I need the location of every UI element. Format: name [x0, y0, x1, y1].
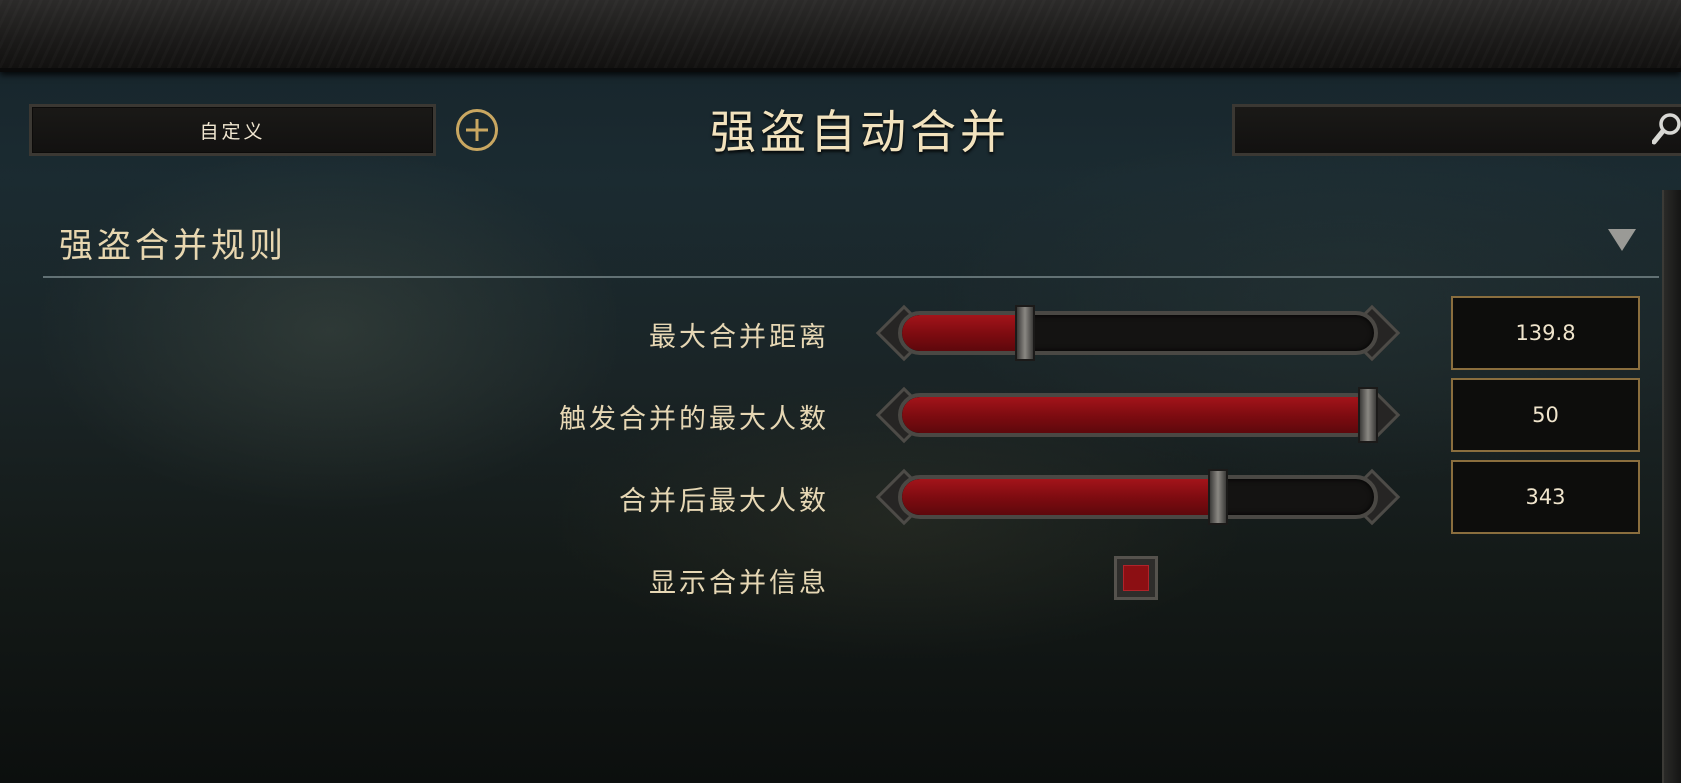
setting-label-max-merge-distance: 最大合并距离: [649, 322, 829, 353]
slider-thumb[interactable]: [1208, 469, 1228, 525]
slider-track: [898, 475, 1378, 519]
slider-max-after-merge[interactable]: [875, 468, 1401, 526]
slider-thumb[interactable]: [1015, 305, 1035, 361]
value-field-trigger-max-count[interactable]: 50: [1451, 378, 1640, 452]
value-text: 139.8: [1515, 321, 1576, 345]
slider-fill: [902, 315, 1025, 351]
slider-fill: [902, 479, 1218, 515]
scrollbar[interactable]: [1662, 190, 1681, 783]
section-divider: [43, 276, 1659, 278]
preset-selector[interactable]: 自定义: [29, 104, 436, 156]
setting-label-trigger-max-count: 触发合并的最大人数: [559, 404, 829, 435]
checkbox-mark: [1123, 565, 1149, 591]
slider-max-merge-distance[interactable]: [875, 304, 1401, 362]
value-text: 50: [1532, 403, 1559, 427]
value-text: 343: [1525, 485, 1566, 509]
show-merge-info-checkbox[interactable]: [1114, 556, 1158, 600]
slider-track: [898, 393, 1378, 437]
search-icon[interactable]: [1652, 112, 1681, 148]
slider-track: [898, 311, 1378, 355]
search-input[interactable]: [1232, 104, 1681, 156]
slider-thumb[interactable]: [1358, 387, 1378, 443]
collapse-arrow-icon[interactable]: [1608, 229, 1636, 251]
add-icon[interactable]: [456, 109, 498, 151]
section-title: 强盗合并规则: [59, 226, 287, 266]
slider-trigger-max-count[interactable]: [875, 386, 1401, 444]
top-bar: [0, 0, 1681, 72]
preset-label: 自定义: [199, 120, 266, 143]
setting-label-show-merge-info: 显示合并信息: [649, 568, 829, 599]
value-field-max-after-merge[interactable]: 343: [1451, 460, 1640, 534]
value-field-max-merge-distance[interactable]: 139.8: [1451, 296, 1640, 370]
setting-label-max-after-merge: 合并后最大人数: [619, 486, 829, 517]
slider-fill: [902, 397, 1374, 433]
page-title: 强盗自动合并: [710, 105, 1010, 159]
